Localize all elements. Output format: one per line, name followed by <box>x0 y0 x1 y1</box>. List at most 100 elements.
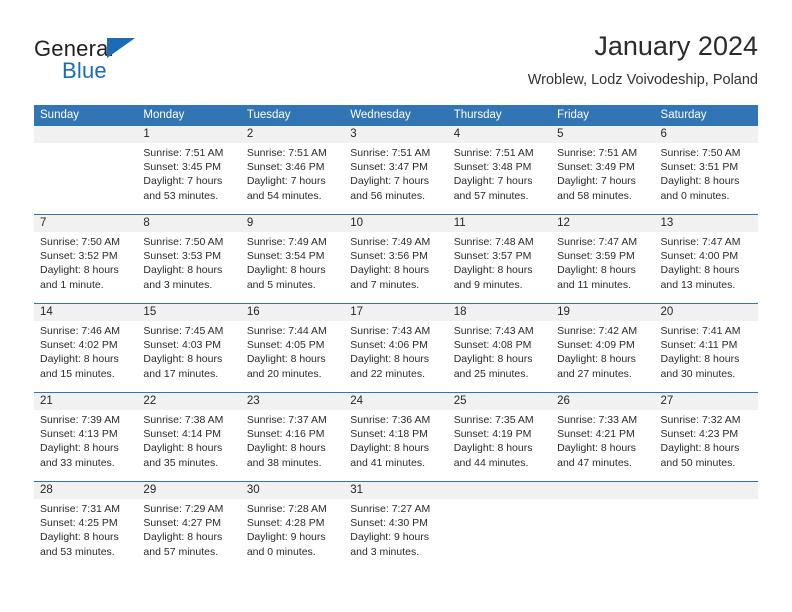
week-detail-row: Sunrise: 7:39 AM Sunset: 4:13 PM Daylight:… <box>34 410 758 481</box>
day-number[interactable]: 13 <box>655 215 758 232</box>
day-cell[interactable]: Sunrise: 7:46 AM Sunset: 4:02 PM Daylight:… <box>34 321 137 392</box>
day-number[interactable]: 21 <box>34 393 137 410</box>
day-number[interactable]: 24 <box>344 393 447 410</box>
day-number[interactable]: 11 <box>448 215 551 232</box>
daylight-text-cont: and 9 minutes. <box>453 278 523 291</box>
daylight-text-cont: and 11 minutes. <box>557 278 632 291</box>
day-cell[interactable]: Sunrise: 7:42 AM Sunset: 4:09 PM Daylight:… <box>551 321 654 392</box>
day-number[interactable]: 4 <box>448 126 551 143</box>
day-number[interactable]: 6 <box>655 126 758 143</box>
weekday-header-friday: Friday <box>557 109 590 121</box>
day-number[interactable]: 14 <box>34 304 137 321</box>
sunset-text: Sunset: 4:00 PM <box>660 250 739 263</box>
sunset-text: Sunset: 4:13 PM <box>40 428 118 441</box>
day-number[interactable]: 3 <box>344 126 447 143</box>
day-cell[interactable]: Sunrise: 7:37 AM Sunset: 4:16 PM Daylight:… <box>241 410 344 481</box>
day-number[interactable]: 23 <box>241 393 344 410</box>
day-number-empty <box>34 126 137 143</box>
week-detail-row: Sunrise: 7:51 AM Sunset: 3:45 PM Daylight:… <box>34 143 758 214</box>
week-date-numbers: 21 22 23 24 25 26 27 <box>34 393 758 410</box>
day-number[interactable]: 31 <box>344 482 447 499</box>
day-cell[interactable]: Sunrise: 7:28 AM Sunset: 4:28 PM Daylight:… <box>241 499 344 570</box>
day-number[interactable]: 17 <box>344 304 447 321</box>
daylight-text: Daylight: 8 hours <box>453 264 533 277</box>
day-number[interactable]: 25 <box>448 393 551 410</box>
day-cell[interactable]: Sunrise: 7:51 AM Sunset: 3:48 PM Daylight:… <box>448 143 551 214</box>
weekday-header-thursday: Thursday <box>453 109 502 121</box>
day-cell[interactable]: Sunrise: 7:32 AM Sunset: 4:23 PM Daylight:… <box>655 410 758 481</box>
day-cell[interactable]: Sunrise: 7:51 AM Sunset: 3:47 PM Daylight:… <box>344 143 447 214</box>
daylight-text-cont: and 57 minutes. <box>453 189 529 202</box>
day-number[interactable]: 26 <box>551 393 654 410</box>
day-number[interactable]: 9 <box>241 215 344 232</box>
day-cell[interactable]: Sunrise: 7:45 AM Sunset: 4:03 PM Daylight:… <box>137 321 240 392</box>
sunrise-text: Sunrise: 7:37 AM <box>246 414 327 426</box>
calendar-week-row: 21 22 23 24 25 26 27 Sunrise: 7:39 AM Sunset: 4:… <box>34 392 758 481</box>
day-cell[interactable]: Sunrise: 7:44 AM Sunset: 4:05 PM Daylight:… <box>241 321 344 392</box>
day-cell[interactable]: Sunrise: 7:48 AM Sunset: 3:57 PM Daylight:… <box>448 232 551 303</box>
day-number[interactable]: 29 <box>137 482 240 499</box>
day-number[interactable]: 12 <box>551 215 654 232</box>
daylight-text-cont: and 27 minutes. <box>557 367 632 380</box>
day-cell[interactable]: Sunrise: 7:38 AM Sunset: 4:14 PM Daylight:… <box>137 410 240 481</box>
day-number[interactable]: 8 <box>137 215 240 232</box>
daylight-text: Daylight: 8 hours <box>40 531 119 544</box>
day-cell[interactable]: Sunrise: 7:43 AM Sunset: 4:06 PM Daylight:… <box>344 321 447 392</box>
day-cell[interactable]: Sunrise: 7:47 AM Sunset: 4:00 PM Daylight:… <box>655 232 758 303</box>
day-number[interactable]: 28 <box>34 482 137 499</box>
sunset-text: Sunset: 3:59 PM <box>557 250 635 263</box>
day-cell[interactable]: Sunrise: 7:50 AM Sunset: 3:53 PM Daylight:… <box>137 232 240 303</box>
day-number[interactable]: 18 <box>448 304 551 321</box>
day-cell[interactable]: Sunrise: 7:29 AM Sunset: 4:27 PM Daylight:… <box>137 499 240 570</box>
day-cell[interactable]: Sunrise: 7:27 AM Sunset: 4:30 PM Daylight:… <box>344 499 447 570</box>
day-number-empty <box>448 482 551 499</box>
day-cell[interactable]: Sunrise: 7:33 AM Sunset: 4:21 PM Daylight:… <box>551 410 654 481</box>
daylight-text: Daylight: 7 hours <box>143 175 223 188</box>
sunset-text: Sunset: 3:54 PM <box>246 250 325 263</box>
day-cell[interactable]: Sunrise: 7:51 AM Sunset: 3:49 PM Daylight:… <box>551 143 654 214</box>
sunrise-text: Sunrise: 7:32 AM <box>660 414 741 426</box>
day-cell[interactable]: Sunrise: 7:39 AM Sunset: 4:13 PM Daylight:… <box>34 410 137 481</box>
sunrise-text: Sunrise: 7:47 AM <box>660 236 741 248</box>
day-cell[interactable]: Sunrise: 7:49 AM Sunset: 3:54 PM Daylight:… <box>241 232 344 303</box>
brand-logo[interactable]: General Blue <box>34 36 254 88</box>
day-cell[interactable]: Sunrise: 7:47 AM Sunset: 3:59 PM Daylight:… <box>551 232 654 303</box>
day-cell[interactable]: Sunrise: 7:31 AM Sunset: 4:25 PM Daylight:… <box>34 499 137 570</box>
day-number[interactable]: 22 <box>137 393 240 410</box>
daylight-text: Daylight: 8 hours <box>660 353 740 366</box>
day-number[interactable]: 27 <box>655 393 758 410</box>
day-cell[interactable]: Sunrise: 7:43 AM Sunset: 4:08 PM Daylight:… <box>448 321 551 392</box>
day-cell[interactable]: Sunrise: 7:35 AM Sunset: 4:19 PM Daylight:… <box>448 410 551 481</box>
day-cell[interactable]: Sunrise: 7:50 AM Sunset: 3:52 PM Daylight:… <box>34 232 137 303</box>
day-number[interactable]: 2 <box>241 126 344 143</box>
day-number[interactable]: 30 <box>241 482 344 499</box>
day-cell[interactable]: Sunrise: 7:51 AM Sunset: 3:46 PM Daylight:… <box>241 143 344 214</box>
day-cell[interactable]: Sunrise: 7:50 AM Sunset: 3:51 PM Daylight:… <box>655 143 758 214</box>
day-cell[interactable]: Sunrise: 7:36 AM Sunset: 4:18 PM Daylight:… <box>344 410 447 481</box>
day-number[interactable]: 20 <box>655 304 758 321</box>
day-number[interactable]: 10 <box>344 215 447 232</box>
day-cell[interactable]: Sunrise: 7:51 AM Sunset: 3:45 PM Daylight:… <box>137 143 240 214</box>
daylight-text-cont: and 30 minutes. <box>660 367 736 380</box>
day-number[interactable]: 5 <box>551 126 654 143</box>
daylight-text: Daylight: 8 hours <box>350 442 430 455</box>
sunset-text: Sunset: 3:56 PM <box>350 250 428 263</box>
day-cell[interactable]: Sunrise: 7:49 AM Sunset: 3:56 PM Daylight:… <box>344 232 447 303</box>
daylight-text: Daylight: 7 hours <box>350 175 430 188</box>
sunset-text: Sunset: 4:16 PM <box>246 428 325 441</box>
daylight-text-cont: and 1 minute. <box>40 278 104 291</box>
calendar-page: General Blue January 2024 Wroblew, Lodz … <box>0 0 792 612</box>
day-number[interactable]: 15 <box>137 304 240 321</box>
sunset-text: Sunset: 4:11 PM <box>660 339 738 352</box>
day-number[interactable]: 19 <box>551 304 654 321</box>
daylight-text: Daylight: 8 hours <box>40 442 119 455</box>
day-number[interactable]: 7 <box>34 215 137 232</box>
sunrise-text: Sunrise: 7:51 AM <box>453 147 534 159</box>
daylight-text: Daylight: 8 hours <box>453 442 533 455</box>
day-number[interactable]: 1 <box>137 126 240 143</box>
sunset-text: Sunset: 4:30 PM <box>350 517 428 530</box>
day-cell[interactable]: Sunrise: 7:41 AM Sunset: 4:11 PM Daylight:… <box>655 321 758 392</box>
daylight-text: Daylight: 8 hours <box>557 353 636 366</box>
day-number[interactable]: 16 <box>241 304 344 321</box>
day-cell-empty <box>655 499 758 570</box>
